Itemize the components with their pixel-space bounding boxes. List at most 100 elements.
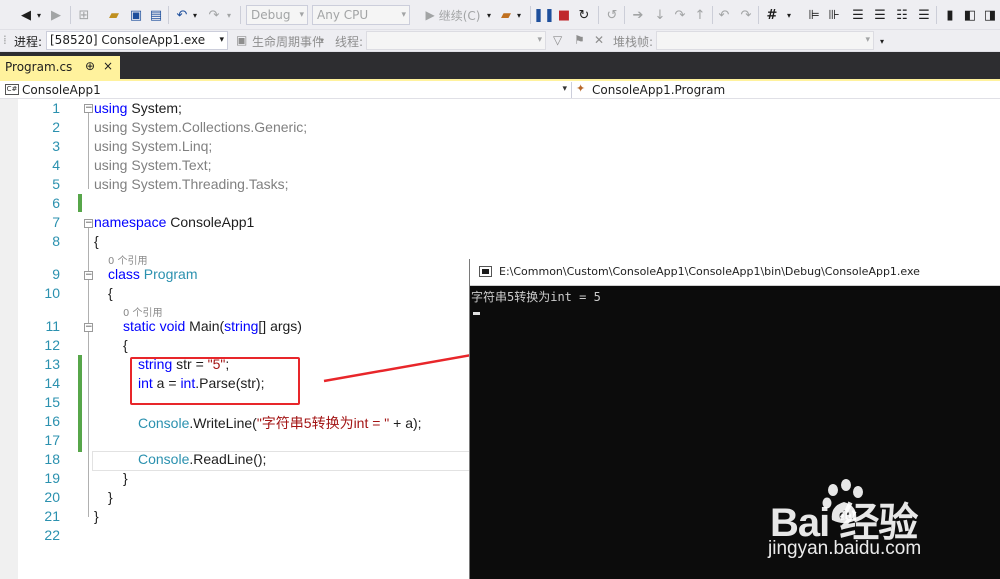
- line-number: 7: [52, 214, 60, 230]
- chevron-down-icon[interactable]: ▾: [320, 36, 324, 45]
- bookmark-icon[interactable]: ▮: [942, 5, 958, 25]
- step-back-icon[interactable]: ↶: [716, 5, 732, 25]
- lifecycle-events-icon[interactable]: ▣: [236, 33, 247, 47]
- code-line-19: }: [123, 470, 128, 486]
- format-icon[interactable]: ☷: [894, 5, 910, 25]
- code-line-11: static void Main(string[] args): [123, 318, 302, 334]
- step-forward-icon[interactable]: ↷: [738, 5, 754, 25]
- toolbar-separator: [712, 6, 713, 24]
- tab-program-cs[interactable]: Program.cs ⊕ ×: [0, 56, 120, 79]
- code-text: System.Linq;: [127, 138, 213, 154]
- code-line-3: using System.Linq;: [94, 138, 212, 154]
- new-project-icon[interactable]: ⊞: [76, 5, 92, 25]
- debug-location-toolbar: ⁞ 进程: [58520] ConsoleApp1.exe ▾ ▣ 生命周期事件…: [0, 30, 1000, 52]
- line-number: 10: [44, 285, 60, 301]
- keyword: void: [159, 318, 186, 334]
- keyword: using: [94, 157, 128, 173]
- collapse-icon[interactable]: ✕: [594, 33, 604, 47]
- show-next-statement-icon[interactable]: ➔: [630, 5, 646, 25]
- line-number: 12: [44, 337, 60, 353]
- stack-frame-dropdown[interactable]: ▾: [656, 31, 874, 50]
- code-line-10: {: [108, 285, 113, 301]
- step-into-icon[interactable]: ↓: [652, 5, 668, 25]
- code-text: .ReadLine();: [189, 451, 267, 467]
- console-app-icon: [479, 266, 492, 277]
- processes-icon[interactable]: ▰: [498, 5, 514, 25]
- redo-icon[interactable]: ↷: [206, 5, 222, 25]
- stop-icon[interactable]: ■: [556, 5, 572, 25]
- toolbar-overflow-icon[interactable]: ▾: [880, 37, 884, 46]
- close-icon[interactable]: ×: [103, 59, 113, 73]
- lifecycle-events-label[interactable]: 生命周期事件: [252, 33, 324, 50]
- bookmark-prev-icon[interactable]: ◧: [962, 5, 978, 25]
- play-icon: ▶: [425, 8, 435, 22]
- csharp-project-icon: C#: [5, 84, 19, 95]
- line-number: 2: [52, 119, 60, 135]
- configuration-dropdown[interactable]: Debug ▾: [246, 5, 308, 25]
- save-icon[interactable]: ▣: [128, 5, 144, 25]
- toolbar-separator: [530, 6, 531, 24]
- processes-dropdown-icon[interactable]: ▾: [514, 5, 524, 25]
- console-title-bar[interactable]: E:\Common\Custom\ConsoleApp1\ConsoleApp1…: [470, 259, 1000, 286]
- back-dropdown-icon[interactable]: ▾: [34, 5, 44, 25]
- back-icon[interactable]: ◀: [18, 5, 34, 25]
- chevron-down-icon: ▾: [219, 35, 224, 45]
- thread-dropdown[interactable]: ▾: [366, 31, 546, 50]
- class-dropdown[interactable]: ✦ ConsoleApp1.Program: [576, 82, 1000, 98]
- console-cursor: [473, 312, 480, 315]
- indent-icon[interactable]: ☰: [872, 5, 888, 25]
- line-number: 16: [44, 413, 60, 429]
- reference-count[interactable]: 0 个引用: [123, 304, 163, 319]
- save-all-icon[interactable]: ▤: [148, 5, 164, 25]
- undo-dropdown-icon[interactable]: ▾: [190, 5, 200, 25]
- toggle-comment-icon[interactable]: ⊫: [806, 5, 822, 25]
- line-number: 9: [52, 266, 60, 282]
- continue-dropdown-icon[interactable]: ▾: [484, 5, 494, 25]
- editor-gutter: [0, 99, 18, 579]
- undo-icon[interactable]: ↶: [174, 5, 190, 25]
- line-number: 17: [44, 432, 60, 448]
- step-over-icon[interactable]: ↷: [672, 5, 688, 25]
- project-dropdown[interactable]: C# ConsoleApp1 ▾: [2, 82, 572, 98]
- keyword: using: [94, 119, 128, 135]
- process-value: [58520] ConsoleApp1.exe: [50, 33, 206, 47]
- restart-icon[interactable]: ↻: [576, 5, 592, 25]
- code-line-16: Console.WriteLine("字符串5转换为int = " + a);: [138, 413, 422, 433]
- code-line-2: using System.Collections.Generic;: [94, 119, 307, 135]
- platform-dropdown[interactable]: Any CPU ▾: [312, 5, 410, 25]
- process-dropdown[interactable]: [58520] ConsoleApp1.exe ▾: [46, 31, 228, 50]
- collapse-icon[interactable]: −: [84, 271, 93, 280]
- forward-icon[interactable]: ▶: [48, 5, 64, 25]
- bookmark-next-icon[interactable]: ◨: [982, 5, 998, 25]
- collapse-icon[interactable]: −: [84, 323, 93, 332]
- toolbar-grip-icon[interactable]: ⁞: [3, 33, 7, 47]
- uncomment-icon[interactable]: ⊪: [826, 5, 842, 25]
- platform-value: Any CPU: [317, 8, 369, 22]
- collapse-icon[interactable]: −: [84, 104, 93, 113]
- list-icon[interactable]: ☰: [916, 5, 932, 25]
- flag-icon[interactable]: ⚑: [574, 33, 585, 47]
- code-text: ConsoleApp1: [166, 214, 255, 230]
- code-line-12: {: [123, 337, 128, 353]
- hex-display-icon[interactable]: #: [764, 5, 780, 25]
- outdent-icon[interactable]: ☰: [850, 5, 866, 25]
- console-title: E:\Common\Custom\ConsoleApp1\ConsoleApp1…: [499, 265, 920, 278]
- toolbar-separator: [758, 6, 759, 24]
- hot-reload-icon[interactable]: ↺: [604, 5, 620, 25]
- code-line-21: }: [94, 508, 99, 524]
- filter-icon[interactable]: ▽: [553, 33, 562, 47]
- reference-count[interactable]: 0 个引用: [108, 252, 148, 267]
- break-all-icon[interactable]: ❚❚: [533, 5, 555, 25]
- pin-icon[interactable]: ⊕: [85, 59, 95, 73]
- main-toolbar: ◀ ▾ ▶ ⊞ ▰ ▣ ▤ ↶ ▾ ↷ ▾ Debug ▾ Any CPU ▾ …: [0, 0, 1000, 30]
- toolbar-separator: [168, 6, 169, 24]
- collapse-icon[interactable]: −: [84, 219, 93, 228]
- redo-dropdown-icon[interactable]: ▾: [224, 5, 234, 25]
- open-file-icon[interactable]: ▰: [106, 5, 122, 25]
- hex-dropdown-icon[interactable]: ▾: [784, 5, 794, 25]
- step-out-icon[interactable]: ↑: [692, 5, 708, 25]
- continue-button[interactable]: ▶ 继续(C): [418, 5, 488, 25]
- thread-label: 线程:: [335, 35, 364, 49]
- line-number: 8: [52, 233, 60, 249]
- chevron-down-icon: ▾: [562, 84, 567, 94]
